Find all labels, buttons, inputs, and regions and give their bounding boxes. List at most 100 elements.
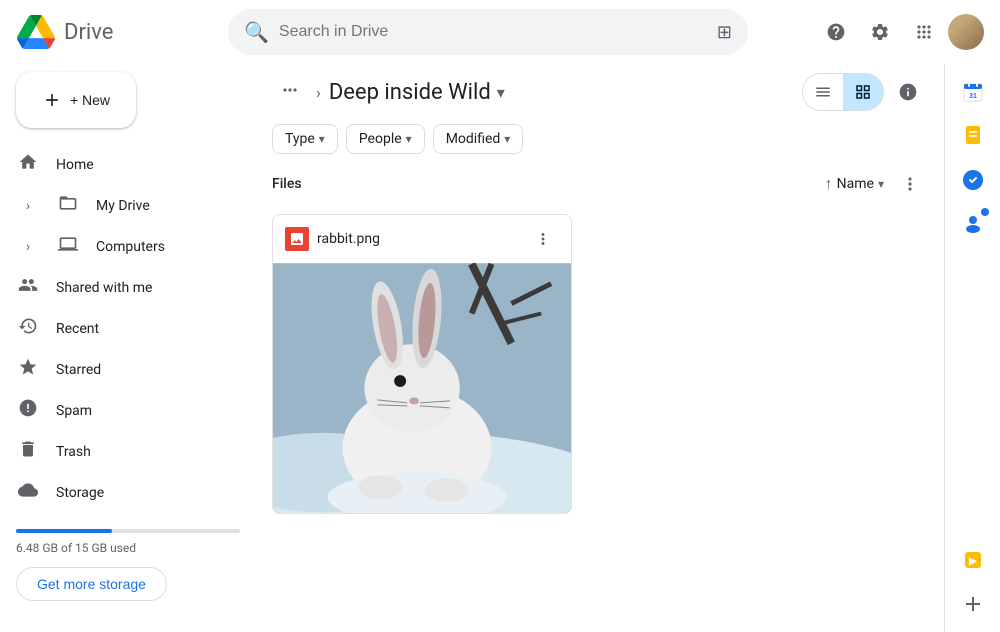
sort-arrow-icon: ▾ [878, 177, 884, 191]
contacts-badge [981, 208, 989, 216]
add-apps-button[interactable] [953, 584, 993, 624]
tasks-button[interactable] [953, 160, 993, 200]
apps-button[interactable] [904, 12, 944, 52]
file-name: rabbit.png [317, 231, 380, 247]
topbar: Drive 🔍 ⊞ [0, 0, 1000, 64]
sidebar-item-home[interactable]: Home [0, 144, 240, 185]
info-button[interactable] [888, 72, 928, 112]
files-header: Files ↑ Name ▾ [272, 166, 928, 202]
file-card[interactable]: rabbit.png [272, 214, 572, 514]
file-name-area: rabbit.png [285, 227, 380, 251]
sidebar-item-trash[interactable]: Trash [0, 431, 240, 472]
content-area: › Deep inside Wild ▾ [256, 64, 944, 632]
filter-icon[interactable]: ⊞ [717, 22, 732, 43]
modified-filter-chip[interactable]: Modified ▾ [433, 124, 524, 154]
promo-button[interactable]: ▶ [953, 540, 993, 580]
type-filter-arrow-icon: ▾ [319, 132, 325, 146]
right-panel: 31 ▶ [944, 64, 1000, 632]
contacts-button[interactable] [953, 204, 993, 244]
settings-button[interactable] [860, 12, 900, 52]
starred-icon [16, 357, 40, 382]
sidebar-item-my-drive[interactable]: › My Drive [0, 185, 240, 226]
drive-logo-icon [16, 15, 56, 49]
storage-section: 6.48 GB of 15 GB used Get more storage [0, 513, 256, 609]
sidebar-item-computers[interactable]: › Computers [0, 226, 240, 267]
breadcrumb-more-button[interactable] [272, 76, 308, 109]
sidebar-item-recent[interactable]: Recent [0, 308, 240, 349]
file-type-icon [285, 227, 309, 251]
sidebar: + New Home › My Drive › Computers [0, 64, 256, 632]
sidebar-item-spam[interactable]: Spam [0, 390, 240, 431]
sidebar-item-label-trash: Trash [56, 444, 91, 460]
sidebar-item-label-home: Home [56, 157, 94, 173]
sort-label: Name [837, 176, 874, 192]
new-button[interactable]: + New [16, 72, 136, 128]
file-card-header: rabbit.png [273, 215, 571, 263]
list-view-button[interactable] [803, 74, 843, 110]
my-drive-icon [56, 193, 80, 218]
people-filter-label: People [359, 131, 402, 147]
sidebar-item-label-my-drive: My Drive [96, 198, 150, 214]
computers-icon [56, 234, 80, 259]
svg-text:31: 31 [969, 93, 977, 100]
keep-button[interactable] [953, 116, 993, 156]
sidebar-item-label-starred: Starred [56, 362, 101, 378]
search-input[interactable] [279, 23, 707, 41]
sidebar-item-label-storage: Storage [56, 485, 104, 501]
spam-icon [16, 398, 40, 423]
file-preview [273, 263, 571, 513]
sidebar-item-shared[interactable]: Shared with me [0, 267, 240, 308]
sidebar-item-storage[interactable]: Storage [0, 472, 240, 513]
home-icon [16, 152, 40, 177]
files-section-label: Files [272, 176, 302, 192]
people-filter-chip[interactable]: People ▾ [346, 124, 425, 154]
topbar-right [816, 12, 984, 52]
avatar-image [948, 14, 984, 50]
search-bar[interactable]: 🔍 ⊞ [228, 9, 748, 55]
modified-filter-label: Modified [446, 131, 501, 147]
trash-icon [16, 439, 40, 464]
type-filter-chip[interactable]: Type ▾ [272, 124, 338, 154]
avatar[interactable] [948, 14, 984, 50]
people-filter-arrow-icon: ▾ [406, 132, 412, 146]
breadcrumb-title-text: Deep inside Wild [329, 80, 491, 105]
sidebar-item-label-recent: Recent [56, 321, 99, 337]
calendar-button[interactable]: 31 [953, 72, 993, 112]
files-header-right: ↑ Name ▾ [825, 166, 928, 202]
sort-button[interactable]: ↑ Name ▾ [825, 174, 884, 194]
app-title: Drive [64, 20, 113, 45]
storage-fill [16, 529, 112, 533]
my-drive-arrow-icon: › [16, 198, 40, 214]
breadcrumb-arrow-icon: › [316, 83, 321, 102]
svg-text:▶: ▶ [968, 556, 978, 567]
sort-up-icon: ↑ [825, 174, 833, 194]
files-section: Files ↑ Name ▾ [256, 166, 944, 632]
logo-area: Drive [16, 15, 216, 49]
sidebar-item-label-computers: Computers [96, 239, 165, 255]
storage-text: 6.48 GB of 15 GB used [16, 541, 240, 555]
file-grid: rabbit.png [272, 214, 928, 514]
main-layout: + New Home › My Drive › Computers [0, 64, 1000, 632]
view-toggle-group [802, 73, 884, 111]
shared-icon [16, 275, 40, 300]
recent-icon [16, 316, 40, 341]
new-button-label: + New [70, 92, 110, 108]
storage-bar [16, 529, 240, 533]
get-more-storage-button[interactable]: Get more storage [16, 567, 167, 601]
computers-arrow-icon: › [16, 239, 40, 255]
sidebar-item-label-spam: Spam [56, 403, 92, 419]
sidebar-item-starred[interactable]: Starred [0, 349, 240, 390]
help-button[interactable] [816, 12, 856, 52]
storage-icon [16, 480, 40, 505]
search-icon: 🔍 [244, 20, 269, 44]
breadcrumb-title[interactable]: Deep inside Wild ▾ [329, 80, 505, 105]
files-more-button[interactable] [892, 166, 928, 202]
grid-view-button[interactable] [843, 74, 883, 110]
breadcrumb-chevron-icon: ▾ [497, 83, 505, 102]
sidebar-item-label-shared: Shared with me [56, 280, 152, 296]
filter-bar: Type ▾ People ▾ Modified ▾ [256, 120, 944, 166]
type-filter-label: Type [285, 131, 315, 147]
file-more-button[interactable] [527, 223, 559, 255]
modified-filter-arrow-icon: ▾ [504, 132, 510, 146]
breadcrumb-bar: › Deep inside Wild ▾ [256, 64, 944, 120]
